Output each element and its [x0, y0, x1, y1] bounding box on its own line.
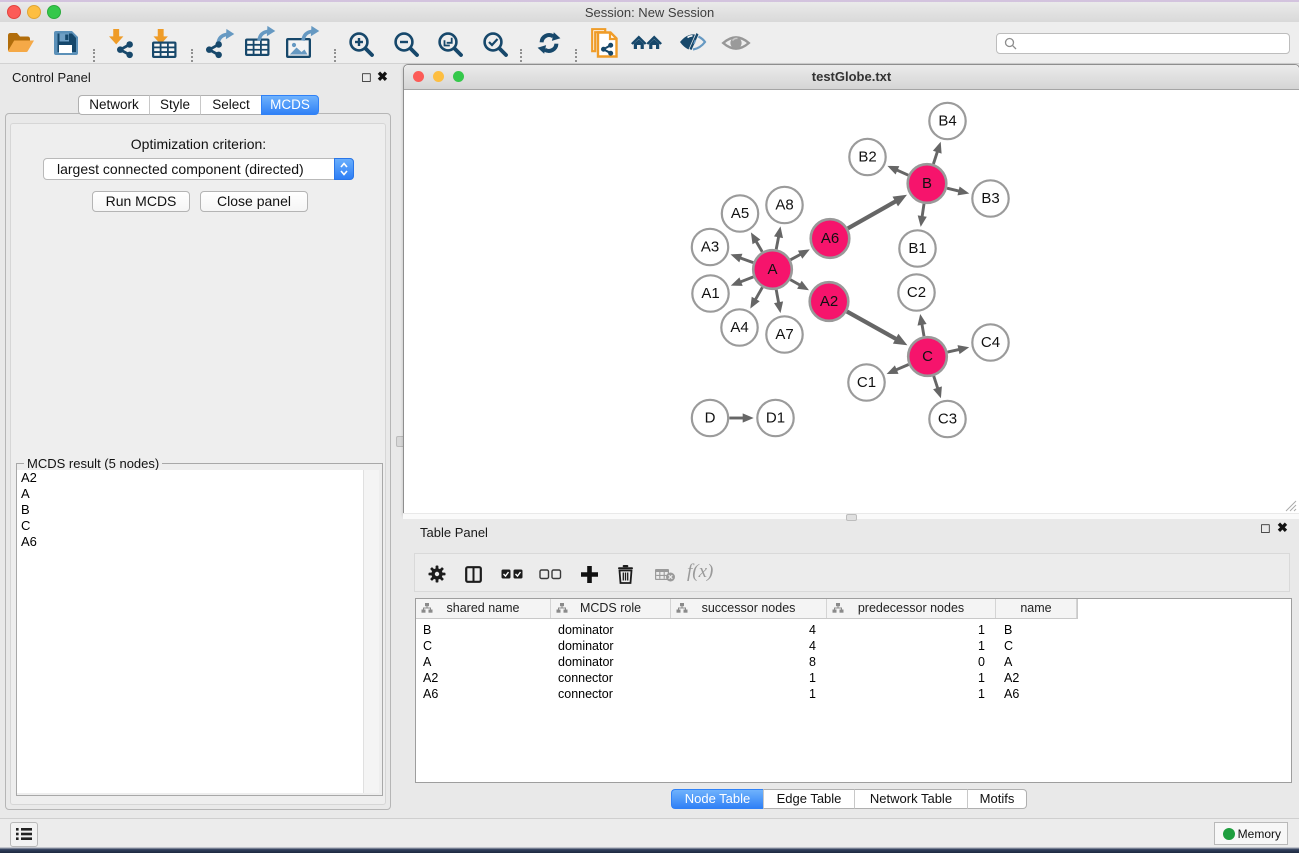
svg-text:A8: A8 [775, 197, 793, 214]
svg-text:A7: A7 [775, 326, 793, 343]
svg-text:D: D [705, 410, 716, 427]
svg-text:B2: B2 [858, 149, 876, 166]
svg-text:C: C [922, 348, 933, 365]
svg-text:B3: B3 [981, 190, 999, 207]
svg-text:A1: A1 [701, 285, 719, 302]
svg-text:D1: D1 [766, 410, 785, 427]
svg-text:A4: A4 [730, 319, 748, 336]
svg-text:A2: A2 [820, 293, 838, 310]
svg-text:C4: C4 [981, 334, 1000, 351]
svg-text:B1: B1 [908, 240, 926, 257]
svg-text:A3: A3 [701, 239, 719, 256]
svg-text:A5: A5 [731, 205, 749, 222]
svg-text:B4: B4 [938, 113, 956, 130]
svg-text:C1: C1 [857, 374, 876, 391]
svg-text:C3: C3 [938, 411, 957, 428]
svg-text:B: B [922, 175, 932, 192]
svg-text:C2: C2 [907, 284, 926, 301]
svg-text:A6: A6 [821, 230, 839, 247]
svg-text:A: A [767, 261, 777, 278]
